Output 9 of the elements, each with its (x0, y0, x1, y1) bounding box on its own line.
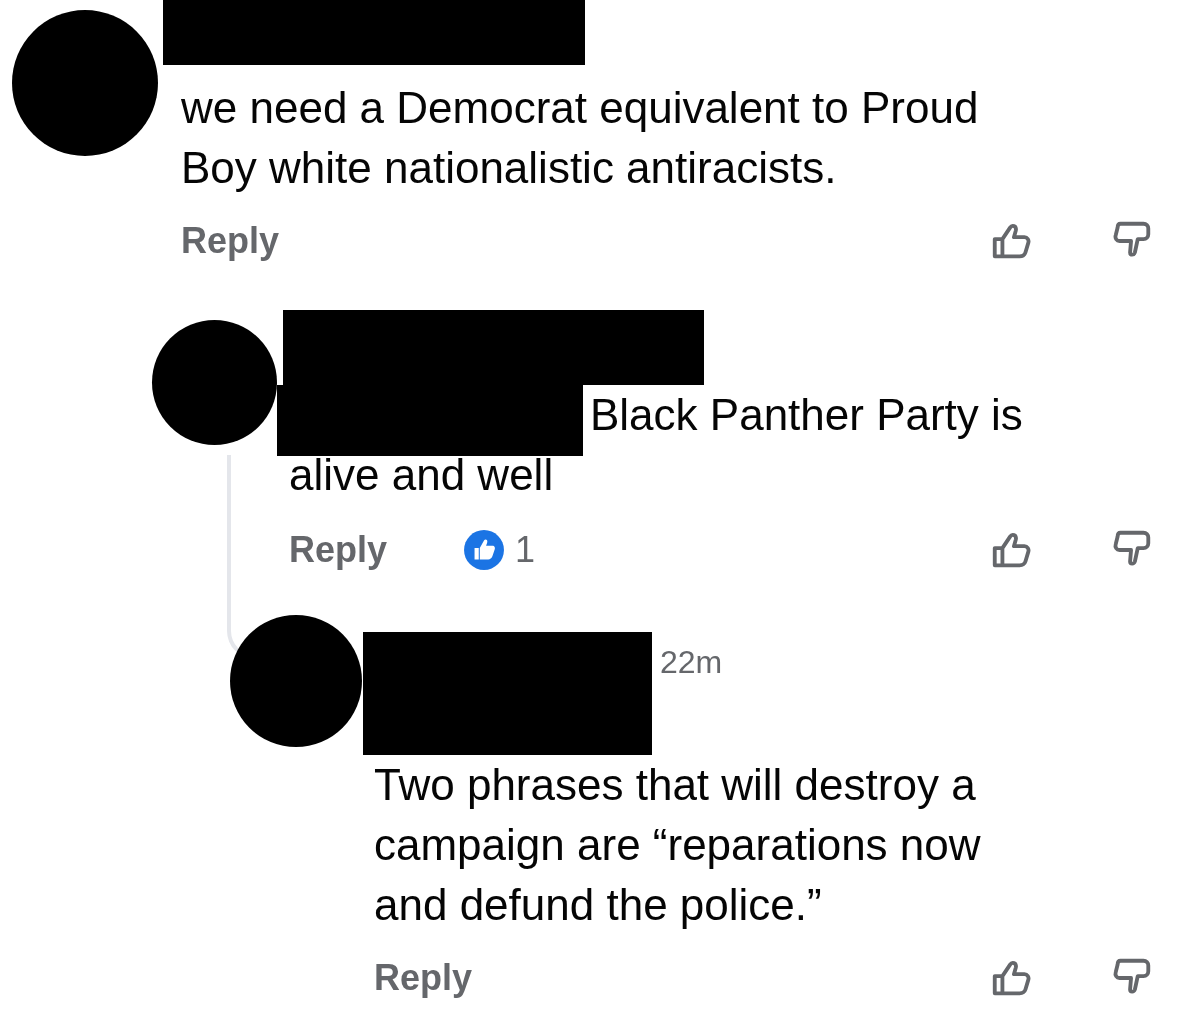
reply-link[interactable]: Reply (181, 220, 280, 262)
comment-text: Black Panther Party is alive and well (289, 389, 1024, 501)
comment-text: we need a Democrat equivalent to Proud Boy white nationalistic antiracists. (181, 82, 980, 194)
reply-link[interactable]: Reply (289, 529, 388, 571)
reaction-count: 1 (515, 529, 536, 571)
comment-text: Two phrases that will destroy a campaign are “reparations now and defund the police.” (374, 759, 982, 931)
timestamp: 22m (660, 644, 723, 680)
reply-link[interactable]: Reply (374, 957, 473, 999)
like-reaction-icon[interactable] (463, 529, 506, 571)
